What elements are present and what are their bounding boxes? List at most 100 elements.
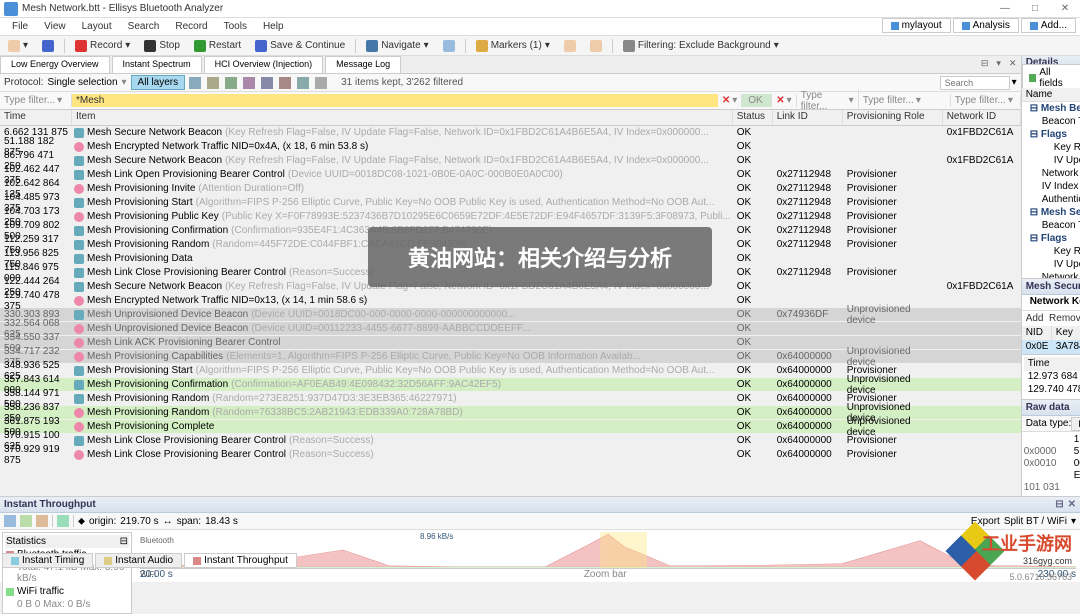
table-row[interactable]: 357.843 614 000Mesh Provisioning Confirm… — [0, 378, 1021, 392]
detail-row[interactable]: Network ID0x1FBD2C61A4B6E5A4 — [1022, 167, 1080, 180]
table-row[interactable]: 115.846 975 000Mesh Link Close Provision… — [0, 266, 1021, 280]
table-row[interactable]: 122.444 264 250Mesh Secure Network Beaco… — [0, 280, 1021, 294]
menu-help[interactable]: Help — [255, 21, 292, 32]
all-layers-button[interactable]: All layers — [131, 75, 186, 90]
timing-row[interactable]: 12.973 684 875Network Key (NID 0x1E) — [1024, 371, 1080, 384]
detail-row[interactable]: ⊟ Mesh Beacon — [1022, 102, 1080, 115]
min-button[interactable]: — — [990, 3, 1020, 14]
tab-dropdown-icon[interactable]: ▾ — [993, 58, 1005, 71]
table-row[interactable]: 370.929 919 875Mesh Link Close Provision… — [0, 448, 1021, 462]
table-row[interactable]: 109.709 802 500Mesh Provisioning Confirm… — [0, 224, 1021, 238]
table-row[interactable]: 104.703 173 250Mesh Provisioning Public … — [0, 210, 1021, 224]
table-row[interactable]: 51.188 182 875Mesh Encrypted Network Tra… — [0, 140, 1021, 154]
tab-pin-icon[interactable]: ⊟ — [979, 58, 991, 71]
close-button[interactable]: ✕ — [1050, 3, 1080, 14]
chart-range-icon[interactable] — [20, 515, 32, 527]
menu-file[interactable]: File — [4, 21, 36, 32]
record-button[interactable]: Record▾ — [71, 39, 134, 53]
proto-icon-8[interactable] — [315, 77, 327, 89]
filtering-button[interactable]: Filtering: Exclude Background▾ — [619, 39, 783, 53]
tab-instant-audio[interactable]: Instant Audio — [95, 553, 182, 568]
marker-prev-button[interactable] — [560, 39, 580, 53]
tab-analysis[interactable]: Analysis — [953, 18, 1019, 33]
tab-le-overview[interactable]: Low Energy Overview — [0, 56, 110, 73]
navigate-button[interactable]: Navigate▾ — [362, 39, 433, 53]
detail-row[interactable]: Beacon TypeSecure Network Beacon — [1022, 219, 1080, 232]
stats-collapse-icon[interactable]: ⊟ — [120, 536, 128, 547]
throughput-pin-icon[interactable]: ⊟ — [1055, 499, 1063, 510]
tab-add[interactable]: Add... — [1021, 18, 1076, 33]
detail-row[interactable]: Key Refresh FlagFalse — [1022, 141, 1080, 154]
proto-icon-6[interactable] — [279, 77, 291, 89]
save-button[interactable] — [38, 39, 58, 53]
tab-msglog[interactable]: Message Log — [325, 56, 401, 73]
menu-layout[interactable]: Layout — [74, 21, 120, 32]
save-continue-button[interactable]: Save & Continue — [251, 39, 349, 53]
table-row[interactable]: 334.717 232 375Mesh Provisioning Capabil… — [0, 350, 1021, 364]
clear-status-filter-icon[interactable]: ✕ — [776, 95, 784, 106]
chart-fit-icon[interactable] — [36, 515, 48, 527]
datatype-select[interactable]: Packet Raw Data — [1071, 417, 1080, 431]
tab-instant-throughput[interactable]: Instant Throughput — [184, 553, 297, 568]
markers-button[interactable]: Markers (1)▾ — [472, 39, 554, 53]
detail-row[interactable]: IV Index0x00000000 — [1022, 180, 1080, 193]
filter-time[interactable]: Type filter... — [4, 95, 55, 106]
filter-item[interactable]: *Mesh — [76, 95, 104, 106]
detail-row[interactable]: Authentication Value0x9ED4D1B1928FE47C — [1022, 193, 1080, 206]
detail-row[interactable]: Key Refresh FlagFalse — [1022, 245, 1080, 258]
col-time[interactable]: Time — [0, 110, 72, 125]
detail-row[interactable]: ⊟ Mesh Secure Network Beacon — [1022, 206, 1080, 219]
split-button[interactable]: Split BT / WiFi — [1004, 516, 1067, 527]
table-row[interactable]: 113.956 825 750Mesh Provisioning Data OK — [0, 252, 1021, 266]
max-button[interactable]: □ — [1020, 3, 1050, 14]
menu-view[interactable]: View — [36, 21, 74, 32]
proto-icon-3[interactable] — [225, 77, 237, 89]
search-dropdown-icon[interactable]: ▾ — [1012, 77, 1017, 88]
proto-icon-2[interactable] — [207, 77, 219, 89]
throughput-close-icon[interactable]: ✕ — [1068, 499, 1076, 510]
remove-key-button[interactable]: Remove — [1049, 313, 1080, 324]
detail-row[interactable]: ⊟ Flags — [1022, 128, 1080, 141]
key-row[interactable]: 0x0E3A7846E9:AB9A36E3:7A44D59D:B96DDC8C0… — [1022, 340, 1080, 354]
tab-hci[interactable]: HCI Overview (Injection) — [204, 56, 324, 73]
tab-instant-timing[interactable]: Instant Timing — [2, 553, 93, 568]
chart-zoom-icon[interactable] — [4, 515, 16, 527]
filter-status-ok[interactable]: OK — [748, 95, 762, 106]
table-row[interactable]: 112.259 317 750Mesh Provisioning Random … — [0, 238, 1021, 252]
detail-row[interactable]: Beacon TypeSecure Network Beacon — [1022, 115, 1080, 128]
table-row[interactable]: 370.915 100 625Mesh Link Close Provision… — [0, 434, 1021, 448]
detail-row[interactable]: IV Update FlagFalse — [1022, 258, 1080, 271]
restart-button[interactable]: Restart — [190, 39, 245, 53]
col-item[interactable]: Item — [72, 110, 733, 125]
col-role[interactable]: Provisioning Role — [843, 110, 943, 125]
col-status[interactable]: Status — [733, 110, 773, 125]
marker-next-button[interactable] — [586, 39, 606, 53]
table-row[interactable]: 361.875 193 500Mesh Provisioning Complet… — [0, 420, 1021, 434]
menu-search[interactable]: Search — [120, 21, 168, 32]
detail-row[interactable]: IV Update FlagFalse — [1022, 154, 1080, 167]
stop-button[interactable]: Stop — [140, 39, 184, 53]
proto-icon-5[interactable] — [261, 77, 273, 89]
tab-mylayout[interactable]: mylayout — [882, 18, 951, 33]
details-col-name[interactable]: Name — [1022, 88, 1080, 101]
col-net[interactable]: Network ID — [943, 110, 1021, 125]
detail-row[interactable]: ⊟ Flags — [1022, 232, 1080, 245]
detail-row[interactable]: Network ID0x1FBD2C61A4B6E5A4 — [1022, 271, 1080, 278]
add-key-button[interactable]: Add — [1026, 313, 1044, 324]
open-button[interactable]: ▾ — [4, 39, 32, 53]
table-row[interactable]: 6.662 131 875Mesh Secure Network Beacon … — [0, 126, 1021, 140]
timing-col-time[interactable]: Time — [1024, 357, 1080, 371]
proto-icon-4[interactable] — [243, 77, 255, 89]
proto-icon-7[interactable] — [297, 77, 309, 89]
table-row[interactable]: 86.796 471 250Mesh Secure Network Beacon… — [0, 154, 1021, 168]
proto-icon-1[interactable] — [189, 77, 201, 89]
timing-row[interactable]: 129.740 478 375Network Key (NID 0x13) — [1024, 384, 1080, 397]
tab-spectrum[interactable]: Instant Spectrum — [112, 56, 202, 73]
table-row[interactable]: 104.485 973 375Mesh Provisioning Start (… — [0, 196, 1021, 210]
tab-close-icon[interactable]: ✕ — [1007, 58, 1019, 71]
chart-cursor-icon[interactable] — [57, 515, 69, 527]
table-row[interactable]: 102.462 447 375Mesh Link Open Provisioni… — [0, 168, 1021, 182]
menu-record[interactable]: Record — [167, 21, 215, 32]
nav-prev-button[interactable] — [439, 39, 459, 53]
search-input[interactable] — [940, 76, 1010, 90]
